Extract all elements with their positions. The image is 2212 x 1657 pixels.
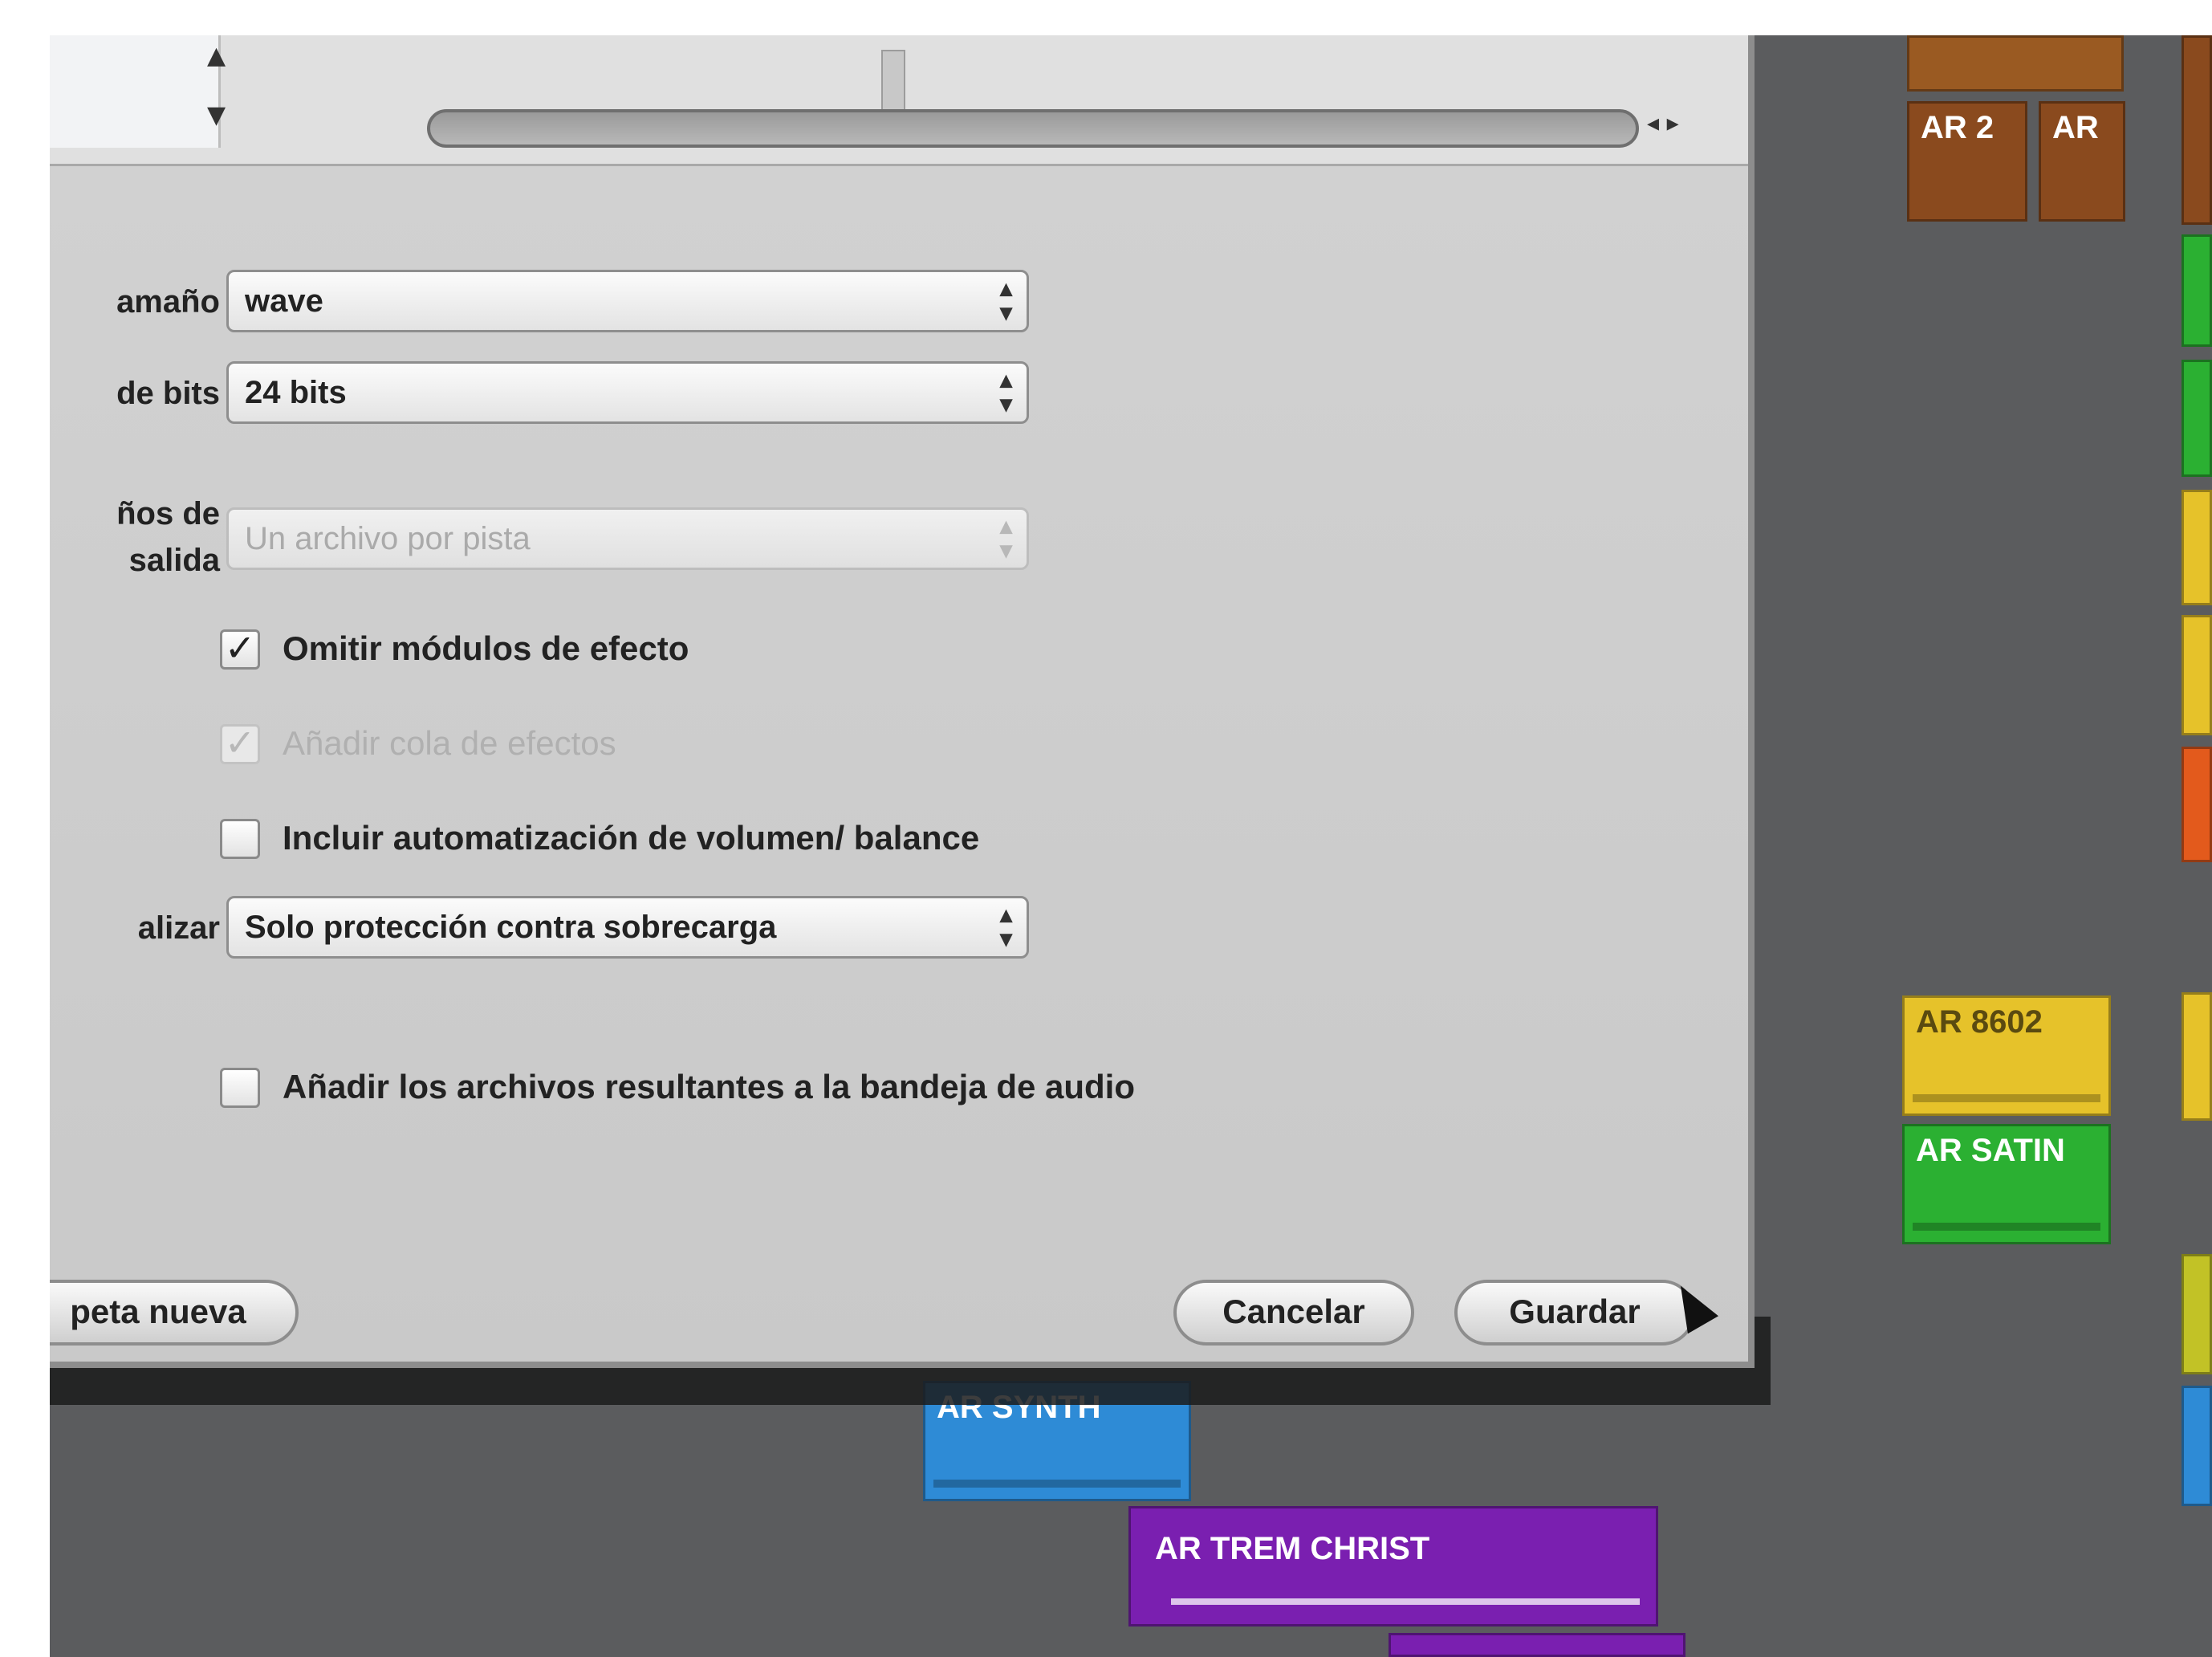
region-right-yellow-2[interactable] (2182, 615, 2212, 735)
scroll-arrows-icon[interactable]: ◂ ▸ (1647, 109, 1679, 137)
dither-label: alizar (137, 910, 220, 946)
omit-effects-checkbox[interactable]: ✓ (220, 629, 260, 670)
save-button[interactable]: Guardar (1454, 1280, 1695, 1346)
region-right-brown[interactable] (2182, 35, 2212, 225)
output-files-select[interactable]: Un archivo por pista ▴ ▾ (226, 507, 1029, 570)
region-right-orange[interactable] (2182, 747, 2212, 862)
include-automation-checkbox[interactable] (220, 819, 260, 859)
region-waveform (1913, 1223, 2100, 1231)
region-label: AR 2 (1921, 110, 1994, 145)
region-purple-partial[interactable] (1389, 1633, 1685, 1657)
region-waveform (1171, 1598, 1640, 1605)
size-select[interactable]: wave ▴ ▾ (226, 270, 1029, 332)
region-right-blue[interactable] (2182, 1386, 2212, 1506)
horizontal-scrollbar[interactable] (427, 109, 1639, 148)
region-brown-top[interactable] (1907, 35, 2124, 92)
add-to-audio-bin-checkbox[interactable] (220, 1068, 260, 1108)
region-right-green-1[interactable] (2182, 234, 2212, 347)
output-files-label-line2: salida (128, 543, 220, 578)
add-to-audio-bin-label: Añadir los archivos resultantes a la ban… (283, 1068, 1135, 1105)
cancel-button[interactable]: Cancelar (1173, 1280, 1414, 1346)
region-ar-trem-christ[interactable]: AR TREM CHRIST (1128, 1506, 1658, 1626)
region-label: AR (2052, 110, 2099, 145)
stepper-arrows-icon: ▴ ▾ (999, 275, 1012, 326)
stepper-arrows-icon: ▴ ▾ (999, 513, 1012, 564)
include-automation-label: Incluir automatización de volumen/ balan… (283, 819, 980, 857)
output-files-label-line1: ños de (116, 496, 220, 531)
size-select-value: wave (245, 283, 323, 319)
add-effect-tail-checkbox[interactable]: ✓ (220, 724, 260, 764)
stepper-arrows-icon: ▴ ▾ (999, 902, 1012, 952)
scroll-down-icon[interactable]: ▼ (207, 101, 226, 129)
browser-column[interactable] (50, 35, 221, 148)
region-waveform (933, 1480, 1181, 1488)
region-right-yellow-4[interactable] (2182, 1254, 2212, 1374)
bits-label: de bits (116, 376, 220, 411)
size-label: amaño (116, 284, 220, 320)
dither-value: Solo protección contra sobrecarga (245, 910, 777, 945)
omit-effects-label: Omitir módulos de efecto (283, 629, 689, 667)
new-folder-button[interactable]: peta nueva (50, 1280, 299, 1346)
region-waveform (1913, 1094, 2100, 1102)
region-brown-1[interactable]: AR 2 (1907, 101, 2027, 222)
region-right-green-2[interactable] (2182, 360, 2212, 477)
region-label: AR SATIN (1916, 1133, 2065, 1168)
region-right-yellow-3[interactable] (2182, 992, 2212, 1121)
region-brown-2[interactable]: AR (2039, 101, 2125, 222)
file-browser: ▲ ▼ ◂ ▸ (50, 35, 1748, 166)
output-files-value: Un archivo por pista (245, 521, 531, 556)
region-ar-satin[interactable]: AR SATIN (1902, 1124, 2111, 1244)
dither-select[interactable]: Solo protección contra sobrecarga ▴ ▾ (226, 896, 1029, 959)
region-ar-8602[interactable]: AR 8602 (1902, 995, 2111, 1116)
bounce-save-dialog: ▲ ▼ ◂ ▸ amaño wave ▴ ▾ de bits 24 bits ▴ ▾… (50, 35, 1755, 1368)
region-label: AR 8602 (1916, 1004, 2043, 1040)
add-effect-tail-label: Añadir cola de efectos (283, 724, 616, 762)
bit-depth-value: 24 bits (245, 375, 347, 410)
stepper-arrows-icon: ▴ ▾ (999, 367, 1012, 417)
region-label: AR TREM CHRIST (1155, 1531, 1430, 1566)
scroll-up-icon[interactable]: ▲ (207, 42, 226, 70)
region-right-yellow-1[interactable] (2182, 490, 2212, 605)
bit-depth-select[interactable]: 24 bits ▴ ▾ (226, 361, 1029, 424)
